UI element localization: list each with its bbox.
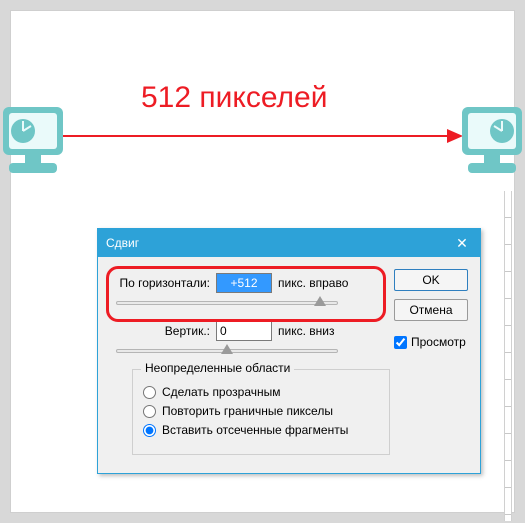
horizontal-unit: пикс. вправо [278,276,348,290]
radio-repeat-edge-label: Повторить граничные пикселы [162,404,333,418]
vertical-input[interactable] [216,321,272,341]
radio-wrap-around-label: Вставить отсеченные фрагменты [162,423,348,437]
radio-wrap-around-input[interactable] [143,424,156,437]
monitor-icon-right [454,101,524,194]
radio-transparent-label: Сделать прозрачным [162,385,281,399]
monitor-icon-left [1,101,71,194]
cancel-button[interactable]: Отмена [394,299,468,321]
annotation-text: 512 пикселей [141,81,328,115]
radio-repeat-edge-input[interactable] [143,405,156,418]
preview-checkbox[interactable] [394,336,407,349]
vertical-label: Вертик.: [110,324,210,338]
ruler-right [504,191,512,521]
vertical-unit: пикс. вниз [278,324,334,338]
close-icon[interactable]: ✕ [452,233,472,253]
dialog-titlebar[interactable]: Сдвиг ✕ [98,229,480,257]
radio-repeat-edge[interactable]: Повторить граничные пикселы [143,404,379,418]
horizontal-label: По горизонтали: [110,276,210,290]
canvas: 512 пикселей Сдвиг ✕ [10,10,515,513]
ok-button[interactable]: OK [394,269,468,291]
radio-wrap-around[interactable]: Вставить отсеченные фрагменты [143,423,379,437]
undefined-areas-group: Неопределенные области Сделать прозрачны… [132,369,390,455]
preview-checkbox-row[interactable]: Просмотр [394,335,468,349]
vertical-slider[interactable] [116,345,338,359]
offset-dialog: Сдвиг ✕ По горизонтали: пикс. вправо Вер… [97,228,481,474]
dialog-title: Сдвиг [106,236,139,250]
preview-label: Просмотр [411,335,466,349]
radio-transparent-input[interactable] [143,386,156,399]
arrow [61,129,463,143]
undefined-areas-legend: Неопределенные области [141,361,294,375]
horizontal-slider[interactable] [116,297,338,311]
radio-transparent[interactable]: Сделать прозрачным [143,385,379,399]
horizontal-input[interactable] [216,273,272,293]
